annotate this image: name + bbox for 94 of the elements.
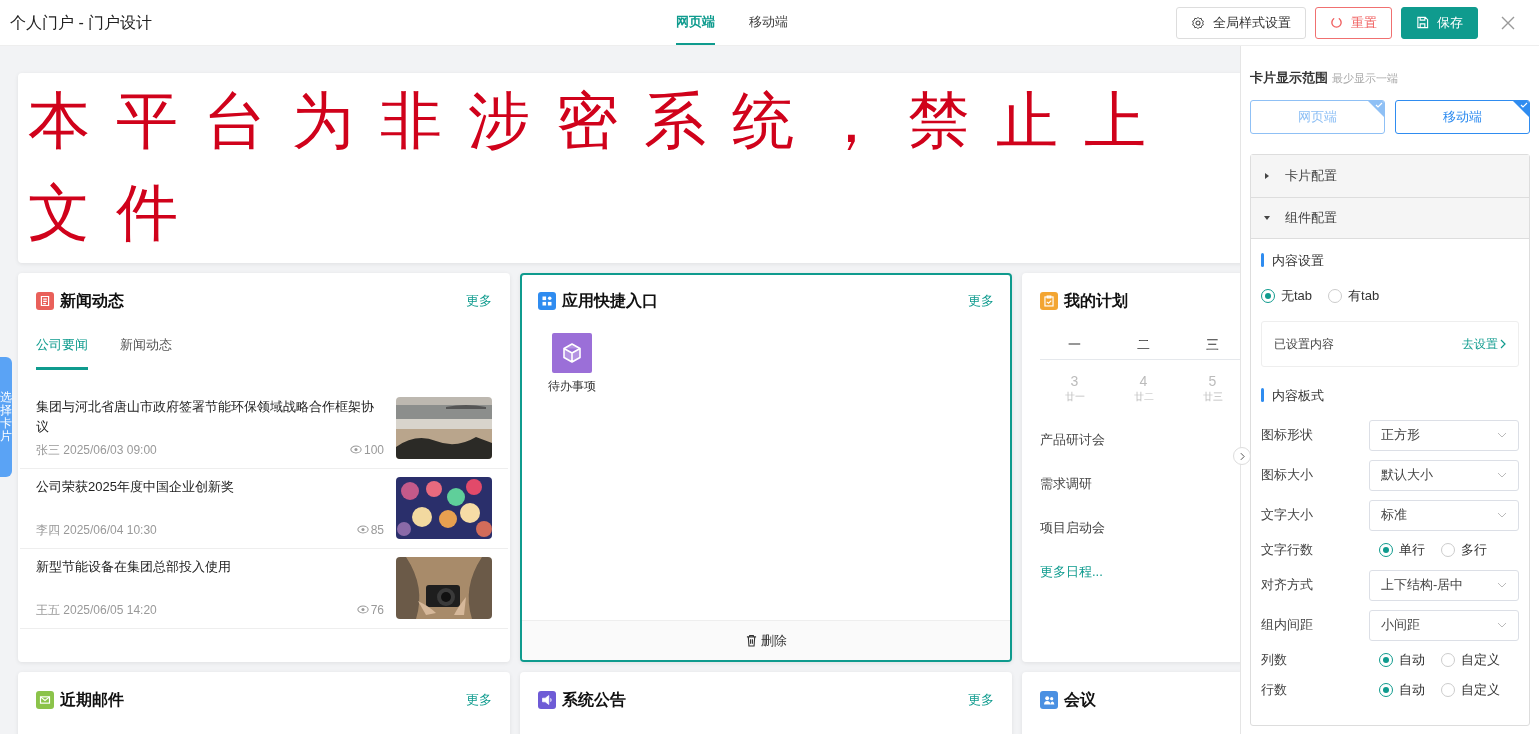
delete-button[interactable]: 删除 xyxy=(522,620,1010,660)
view-count: 76 xyxy=(370,601,384,619)
chevron-down-icon xyxy=(1497,432,1507,438)
more-link[interactable]: 更多 xyxy=(466,690,492,710)
settings-icon xyxy=(1191,15,1205,30)
card[interactable]: 系统公告 更多 xyxy=(520,672,1012,734)
more-link[interactable]: 更多 xyxy=(968,690,994,710)
chevron-down-icon xyxy=(1497,512,1507,518)
more-link[interactable]: 更多 xyxy=(466,291,492,311)
field-label: 图标形状 xyxy=(1261,426,1313,445)
card[interactable]: 会议 xyxy=(1022,672,1240,734)
hint-text: 最少显示一端 xyxy=(1332,71,1398,86)
news-meta: 王五 2025/06/05 14:20 xyxy=(36,601,157,619)
event-title[interactable]: 产品研讨会 xyxy=(1040,430,1240,449)
accordion-header[interactable]: 组件配置 xyxy=(1251,196,1529,239)
close-icon[interactable] xyxy=(1501,15,1515,30)
go-setting-link[interactable]: 去设置 xyxy=(1462,334,1506,353)
weekday-label: 一 xyxy=(1067,336,1082,354)
dropdown-select[interactable]: 小间距 xyxy=(1369,609,1519,641)
news-tab[interactable]: 公司要闻 xyxy=(36,335,88,370)
chevron-right-icon xyxy=(1239,451,1245,461)
banner-text: 本平台为非涉密系统，禁止上 xyxy=(28,85,1172,157)
event-title[interactable]: 需求调研 xyxy=(1040,474,1240,493)
settings-button[interactable]: 全局样式设置 xyxy=(1176,6,1306,39)
dropdown-select[interactable]: 标准 xyxy=(1369,499,1519,531)
field-label: 图标大小 xyxy=(1261,466,1313,485)
field-label: 组内间距 xyxy=(1261,616,1313,635)
speaker-icon xyxy=(538,691,556,709)
more-schedule-link[interactable]: 更多日程... xyxy=(1040,562,1240,581)
setting-label: 已设置内容 xyxy=(1274,335,1334,353)
weekday-label: 三 xyxy=(1205,336,1220,354)
radio-option[interactable]: 无tab xyxy=(1261,286,1313,306)
field-label: 行数 xyxy=(1261,681,1287,700)
mail-icon xyxy=(36,691,54,709)
radio-option[interactable]: 自动 xyxy=(1379,680,1425,700)
card-title: 新闻动态 xyxy=(60,291,124,311)
event-title[interactable]: 项目启动会 xyxy=(1040,518,1240,537)
field-label: 列数 xyxy=(1261,651,1287,670)
news-title[interactable]: 集团与河北省唐山市政府签署节能环保领域战略合作框架协议 xyxy=(36,396,384,437)
news-meta: 李四 2025/06/04 10:30 xyxy=(36,521,157,539)
card-title: 近期邮件 xyxy=(60,690,124,710)
radio-option[interactable]: 单行 xyxy=(1379,540,1425,560)
dropdown-select[interactable]: 上下结构-居中 xyxy=(1369,569,1519,601)
news-tab[interactable]: 新闻动态 xyxy=(120,335,172,370)
card-title: 应用快捷入口 xyxy=(562,291,658,311)
cube-icon xyxy=(552,333,592,373)
card[interactable]: 近期邮件 更多 xyxy=(18,672,510,734)
eye-icon xyxy=(356,525,369,534)
chevron-down-icon xyxy=(1497,622,1507,628)
caret-right-icon xyxy=(1263,171,1271,180)
field-label: 文字大小 xyxy=(1261,506,1313,525)
trash-icon xyxy=(745,634,757,647)
platform-tab[interactable]: 移动端 xyxy=(749,0,788,45)
card-title: 我的计划 xyxy=(1064,291,1128,311)
refresh-icon xyxy=(1330,16,1343,29)
dropdown-select[interactable]: 默认大小 xyxy=(1369,459,1519,491)
news-title[interactable]: 新型节能设备在集团总部投入使用 xyxy=(36,556,384,577)
radio-option[interactable]: 多行 xyxy=(1441,540,1487,560)
eye-icon xyxy=(356,605,369,614)
more-link[interactable]: 更多 xyxy=(968,291,994,311)
grid-icon xyxy=(538,292,556,310)
save-icon xyxy=(1416,16,1429,29)
accordion-header[interactable]: 卡片配置 xyxy=(1251,154,1529,197)
card-title: 会议 xyxy=(1064,690,1096,710)
chevron-down-icon xyxy=(1497,472,1507,478)
banner-text: 文件 xyxy=(28,177,204,249)
chevron-right-icon xyxy=(1500,338,1506,349)
radio-option[interactable]: 自动 xyxy=(1379,650,1425,670)
radio-option[interactable]: 自定义 xyxy=(1441,650,1500,670)
app-shortcut[interactable]: 待办事项 xyxy=(548,333,596,395)
section-title: 卡片显示范围 xyxy=(1250,69,1328,87)
card[interactable]: 应用快捷入口 更多 待办事项 删除 xyxy=(520,273,1012,662)
clipboard-icon xyxy=(1040,292,1058,310)
view-count: 85 xyxy=(370,521,384,539)
page-title: 个人门户 - 门户设计 xyxy=(9,12,154,33)
card[interactable]: 新闻动态 更多 公司要闻 新闻动态 集团与河北省唐山市政府签署节能环保领域战略合作框架协议 张三 2025/06/03 09:00 100 公司荣获2025年度中国企业创新奖 李四 2025/06/04 10:30 85 新型节能设备在集团总部投入使用 王五 2025/06/05 14:20 76 xyxy=(18,273,510,662)
caret-down-icon xyxy=(1263,213,1271,222)
radio-option[interactable]: 有tab xyxy=(1328,286,1380,306)
dropdown-select[interactable]: 正方形 xyxy=(1369,419,1519,451)
view-count: 100 xyxy=(363,441,384,459)
subsection-heading: 内容板式 xyxy=(1272,386,1324,405)
field-label: 对齐方式 xyxy=(1261,576,1313,595)
platform-toggle[interactable]: 移动端 xyxy=(1395,99,1530,134)
eye-icon xyxy=(349,445,362,454)
subsection-heading: 内容设置 xyxy=(1272,251,1324,270)
chevron-down-icon xyxy=(1497,582,1507,588)
card-title: 系统公告 xyxy=(562,690,626,710)
people-icon xyxy=(1040,691,1058,709)
radio-option[interactable]: 自定义 xyxy=(1441,680,1500,700)
news-meta: 张三 2025/06/03 09:00 xyxy=(36,441,157,459)
weekday-label: 二 xyxy=(1136,336,1151,354)
field-label: 文字行数 xyxy=(1261,541,1313,560)
document-icon xyxy=(36,292,54,310)
news-title[interactable]: 公司荣获2025年度中国企业创新奖 xyxy=(36,476,384,497)
